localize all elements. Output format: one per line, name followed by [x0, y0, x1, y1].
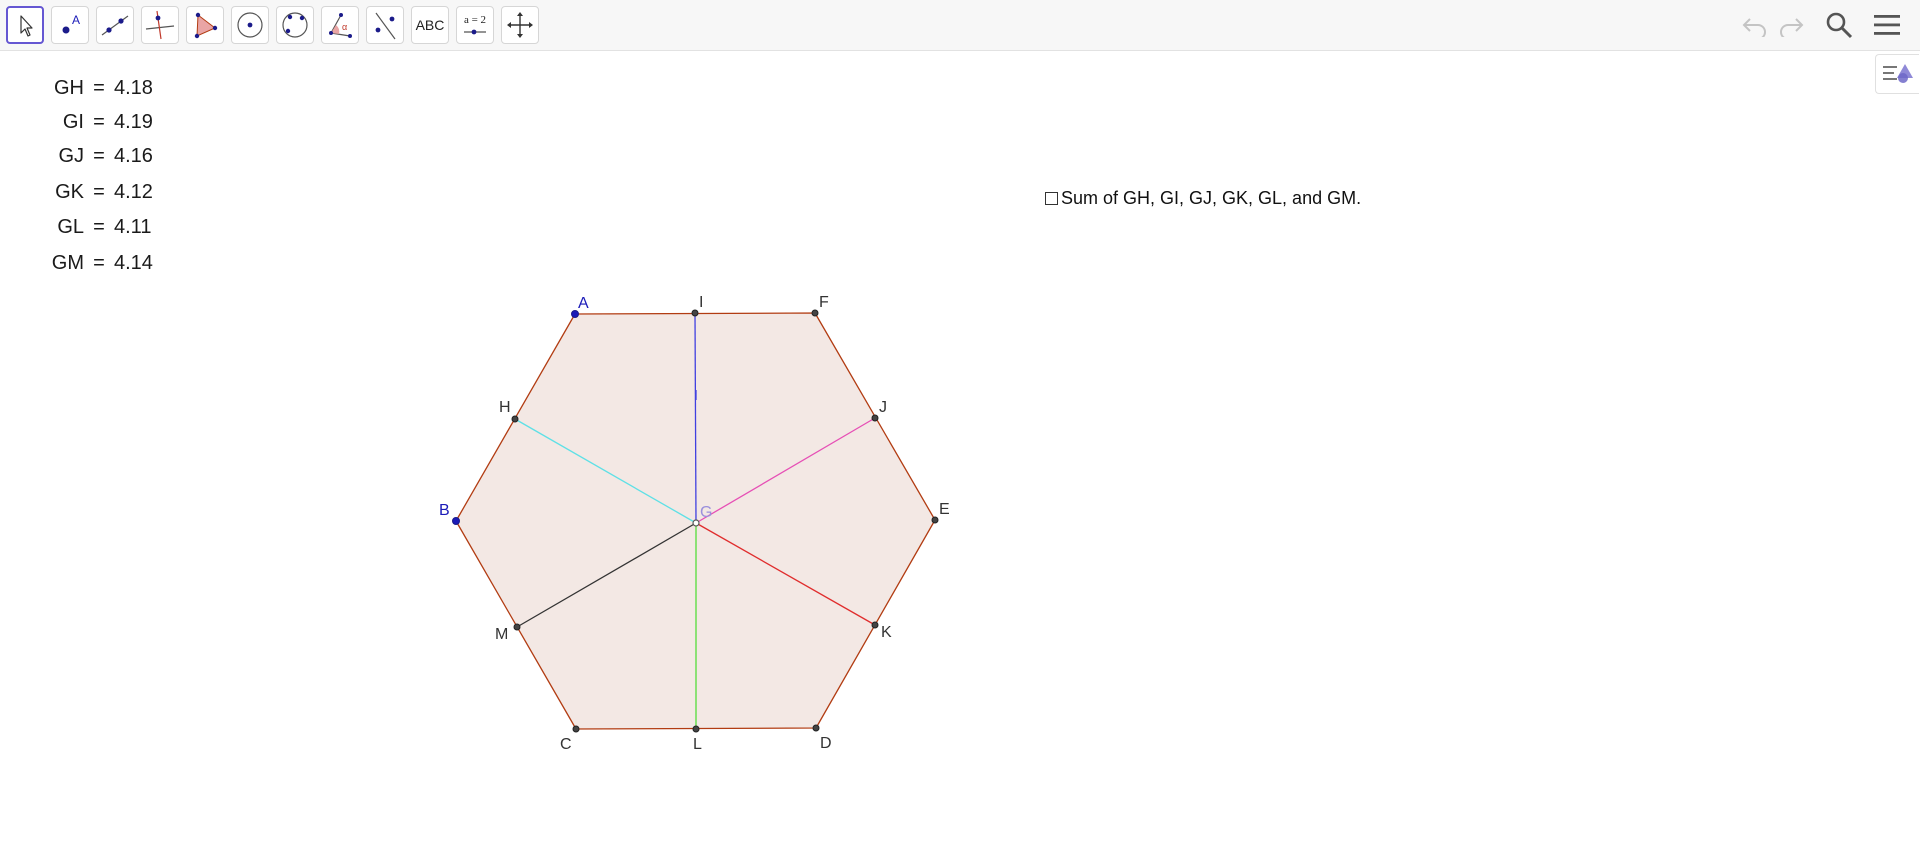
- point-label-c: C: [560, 736, 572, 753]
- point-j[interactable]: J: [871, 399, 887, 422]
- point-label-h: H: [499, 399, 511, 416]
- point-label-m: M: [495, 626, 508, 643]
- point-i[interactable]: I: [691, 294, 703, 317]
- point-label-g: G: [700, 504, 712, 521]
- point-label-b: B: [439, 502, 450, 519]
- point-label-l: L: [693, 736, 702, 753]
- point-b[interactable]: B: [439, 502, 460, 525]
- point-h[interactable]: H: [499, 399, 519, 423]
- point-label-k: K: [881, 624, 892, 641]
- point-label-i: I: [699, 294, 703, 311]
- point-d[interactable]: D: [812, 724, 832, 752]
- point-label-e: E: [939, 501, 950, 518]
- graphics-view[interactable]: A B C D E F G H I J K L M: [0, 0, 1920, 862]
- point-k[interactable]: K: [871, 621, 892, 641]
- point-label-a: A: [578, 295, 589, 312]
- point-m[interactable]: M: [495, 623, 521, 643]
- point-label-f: F: [819, 294, 829, 311]
- point-c[interactable]: C: [560, 725, 580, 753]
- point-label-d: D: [820, 735, 832, 752]
- point-e[interactable]: E: [931, 501, 950, 524]
- point-f[interactable]: F: [811, 294, 829, 317]
- point-l[interactable]: L: [692, 725, 702, 753]
- point-label-j: J: [879, 399, 887, 416]
